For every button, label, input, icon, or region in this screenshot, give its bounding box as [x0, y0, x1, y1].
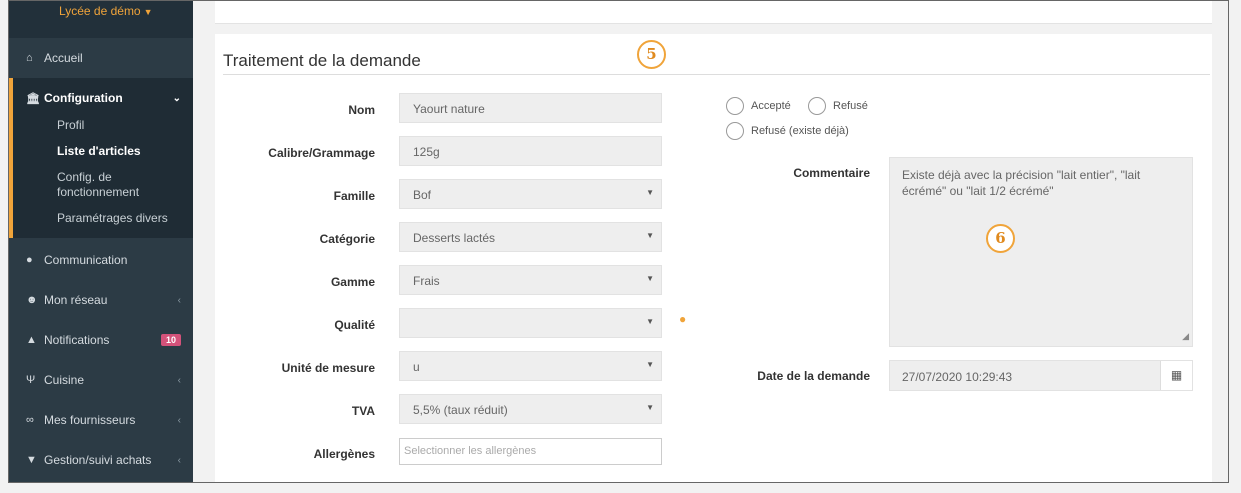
label-categorie: Catégorie — [319, 232, 375, 246]
sidebar-submenu: Profil Liste d'articles Config. de fonct… — [13, 118, 193, 226]
famille-select[interactable]: Bof ▼ — [399, 179, 662, 209]
date-value: 27/07/2020 10:29:43 — [902, 370, 1013, 384]
field-value: 125g — [413, 145, 440, 159]
radio-circle — [726, 97, 744, 115]
commentaire-textarea[interactable]: Existe déjà avec la précision "lait enti… — [889, 157, 1193, 347]
label-allergenes: Allergènes — [313, 447, 375, 461]
label-tva: TVA — [351, 404, 375, 418]
sidebar-item-notifications[interactable]: ▲ Notifications 10 — [9, 320, 193, 360]
radio-accepte[interactable]: Accepté — [726, 97, 791, 115]
step-badge: 5 — [637, 40, 666, 69]
school-name: Lycée de démo — [59, 4, 141, 18]
chevron-left-icon: ‹ — [177, 454, 181, 466]
sidebar-item-label: Communication — [44, 253, 128, 267]
sidebar-subitem-profil[interactable]: Profil — [57, 118, 193, 133]
home-icon: ⌂ — [26, 52, 33, 64]
chevron-left-icon: ‹ — [177, 374, 181, 386]
radio-refuse-existe[interactable]: Refusé (existe déjà) — [726, 122, 849, 140]
app-frame: Lycée de démo ▼ ⌂ Accueil 🏛 Configuration… — [8, 0, 1229, 483]
label-date-demande: Date de la demande — [757, 369, 870, 383]
label-gamme: Gamme — [330, 275, 375, 289]
chevron-down-icon: ⌄ — [172, 92, 181, 104]
step-badge: 6 — [986, 224, 1015, 253]
dropdown-arrow-icon: ▼ — [646, 188, 654, 197]
handshake-icon: ∞ — [26, 414, 34, 426]
label-qualite: Qualité — [334, 318, 375, 332]
bank-icon: 🏛 — [26, 92, 40, 105]
request-panel: Traitement de la demande 5 Nom Yaourt na… — [215, 34, 1212, 482]
sidebar-subitem-liste-articles[interactable]: Liste d'articles — [57, 144, 193, 159]
chevron-left-icon: ‹ — [177, 414, 181, 426]
bell-icon: ▲ — [26, 334, 37, 346]
sidebar-item-configuration[interactable]: 🏛 Configuration ⌄ — [13, 78, 193, 118]
gamme-select[interactable]: Frais ▼ — [399, 265, 662, 295]
label-famille: Famille — [333, 189, 375, 203]
radio-refuse[interactable]: Refusé — [808, 97, 868, 115]
sidebar-group-configuration: 🏛 Configuration ⌄ Profil Liste d'article… — [9, 78, 193, 238]
caret-down-icon: ▼ — [143, 7, 153, 17]
categorie-select[interactable]: Desserts lactés ▼ — [399, 222, 662, 252]
field-value: Yaourt nature — [413, 102, 485, 116]
radio-circle — [726, 122, 744, 140]
sidebar-subitem-parametrages[interactable]: Paramétrages divers — [57, 211, 193, 226]
previous-panel — [215, 1, 1212, 24]
tva-select[interactable]: 5,5% (taux réduit) ▼ — [399, 394, 662, 424]
radio-label: Refusé — [833, 100, 868, 112]
comment-icon[interactable]: ● — [679, 312, 686, 326]
dropdown-arrow-icon: ▼ — [646, 360, 654, 369]
sidebar-item-communication[interactable]: ● Communication — [9, 240, 193, 280]
sidebar-item-label: Mon réseau — [44, 293, 108, 307]
sidebar: Lycée de démo ▼ ⌂ Accueil 🏛 Configuration… — [9, 1, 193, 482]
radio-circle — [808, 97, 826, 115]
sidebar-subitem-config-fonctionnement[interactable]: Config. de fonctionnement — [57, 170, 193, 200]
cart-icon: ▼ — [26, 454, 37, 466]
nom-field[interactable]: Yaourt nature — [399, 93, 662, 123]
sidebar-item-gestion-achats[interactable]: ▼ Gestion/suivi achats ‹ — [9, 440, 193, 480]
resize-grip-icon[interactable]: ◢ — [1182, 328, 1189, 344]
unite-select[interactable]: u ▼ — [399, 351, 662, 381]
calibre-field[interactable]: 125g — [399, 136, 662, 166]
date-field[interactable]: 27/07/2020 10:29:43 ▦ — [889, 360, 1193, 391]
field-value: Bof — [413, 188, 432, 202]
sidebar-item-label: Gestion/suivi achats — [44, 453, 152, 467]
allergenes-input[interactable]: Selectionner les allergènes — [399, 438, 662, 465]
sidebar-item-label: Cuisine — [44, 373, 85, 387]
sidebar-item-mes-fournisseurs[interactable]: ∞ Mes fournisseurs ‹ — [9, 400, 193, 440]
radio-label: Refusé (existe déjà) — [751, 125, 849, 137]
sidebar-item-mon-reseau[interactable]: ☻ Mon réseau ‹ — [9, 280, 193, 320]
field-value: 5,5% (taux réduit) — [413, 403, 508, 417]
dropdown-arrow-icon: ▼ — [646, 317, 654, 326]
label-unite: Unité de mesure — [281, 361, 375, 375]
label-nom: Nom — [348, 103, 375, 117]
cutlery-icon: Ψ — [26, 374, 36, 386]
sidebar-item-cuisine[interactable]: Ψ Cuisine ‹ — [9, 360, 193, 400]
chat-icon: ● — [26, 254, 33, 266]
qualite-select[interactable]: ▼ — [399, 308, 662, 338]
panel-title: Traitement de la demande — [223, 51, 421, 70]
field-placeholder: Selectionner les allergènes — [404, 445, 537, 457]
notification-badge: 10 — [160, 334, 181, 346]
sidebar-item-accueil[interactable]: ⌂ Accueil — [9, 38, 193, 78]
dropdown-arrow-icon: ▼ — [646, 231, 654, 240]
field-value: Frais — [413, 274, 440, 288]
sidebar-item-label: Accueil — [44, 51, 83, 65]
calendar-icon[interactable]: ▦ — [1160, 361, 1192, 390]
chevron-left-icon: ‹ — [177, 294, 181, 306]
school-selector[interactable]: Lycée de démo ▼ — [9, 1, 193, 38]
users-icon: ☻ — [26, 294, 38, 306]
label-calibre: Calibre/Grammage — [268, 146, 375, 160]
dropdown-arrow-icon: ▼ — [646, 403, 654, 412]
field-value: Desserts lactés — [413, 231, 496, 245]
sidebar-item-label: Configuration — [44, 91, 123, 105]
divider — [223, 74, 1210, 75]
label-commentaire: Commentaire — [793, 166, 870, 180]
radio-label: Accepté — [751, 100, 791, 112]
sidebar-item-label: Mes fournisseurs — [44, 413, 136, 427]
dropdown-arrow-icon: ▼ — [646, 274, 654, 283]
textarea-value: Existe déjà avec la précision "lait enti… — [902, 168, 1141, 198]
field-value: u — [413, 360, 420, 374]
sidebar-item-label: Notifications — [44, 333, 110, 347]
